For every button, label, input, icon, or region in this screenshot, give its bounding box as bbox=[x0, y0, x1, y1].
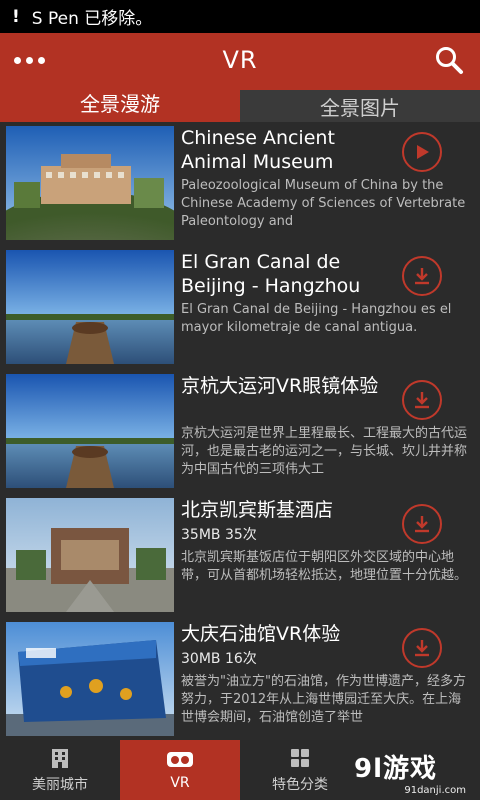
list-item[interactable]: El Gran Canal de Beijing - Hangzhou El G… bbox=[0, 246, 480, 370]
download-icon bbox=[415, 392, 429, 409]
vr-goggles-icon bbox=[167, 752, 193, 767]
play-button[interactable] bbox=[402, 132, 442, 172]
thumbnail-hotel bbox=[6, 498, 174, 612]
tab-bar: 全景漫游 全景图片 bbox=[0, 86, 480, 122]
nav-vr[interactable]: VR bbox=[120, 740, 240, 800]
list-item[interactable]: 北京凯宾斯基酒店 35MB 35次 北京凯宾斯基饭店位于朝阳区外交区域的中心地带… bbox=[0, 494, 480, 618]
item-description: 北京凯宾斯基饭店位于朝阳区外交区域的中心地带，可从首都机场轻松抵达，地理位置十分… bbox=[181, 550, 468, 583]
search-icon[interactable] bbox=[434, 45, 464, 75]
tab-panorama-images[interactable]: 全景图片 bbox=[240, 86, 480, 122]
item-meta: 30MB 16次 bbox=[181, 651, 257, 667]
watermark-text: 9l游戏 bbox=[354, 754, 438, 784]
status-bar: ! S Pen 已移除。 bbox=[0, 0, 480, 33]
page-title: VR bbox=[222, 45, 258, 74]
item-description: 京杭大运河是世界上里程最长、工程最大的古代运河，也是最古老的运河之一，与长城、坎… bbox=[181, 426, 468, 477]
tab-label: 全景漫游 bbox=[80, 92, 160, 116]
download-button[interactable] bbox=[402, 380, 442, 420]
exclamation-icon: ! bbox=[12, 6, 20, 27]
more-dots-icon[interactable] bbox=[14, 48, 54, 72]
list-item[interactable]: 京杭大运河VR眼镜体验 京杭大运河是世界上里程最长、工程最大的古代运河，也是最古… bbox=[0, 370, 480, 494]
item-title: 大庆石油馆VR体验 bbox=[181, 623, 341, 645]
item-title: 京杭大运河VR眼镜体验 bbox=[181, 375, 379, 397]
item-title: 北京凯宾斯基酒店 bbox=[181, 499, 334, 521]
item-meta: 35MB 35次 bbox=[181, 527, 257, 543]
list-item[interactable]: Chinese Ancient Animal Museum Paleozoolo… bbox=[0, 122, 480, 246]
nav-label: VR bbox=[170, 775, 190, 791]
tab-label: 全景图片 bbox=[320, 95, 400, 120]
download-icon bbox=[415, 516, 429, 533]
nav-label: 特色分类 bbox=[272, 777, 328, 793]
item-description: El Gran Canal de Beijing - Hangzhou es e… bbox=[181, 302, 452, 335]
play-icon bbox=[417, 145, 429, 159]
nav-featured-categories[interactable]: 特色分类 bbox=[240, 740, 360, 800]
item-title: El Gran Canal de Beijing - Hangzhou bbox=[181, 251, 361, 297]
download-button[interactable] bbox=[402, 256, 442, 296]
download-button[interactable] bbox=[402, 628, 442, 668]
watermark-url: 91danji.com bbox=[404, 785, 466, 796]
vr-list[interactable]: Chinese Ancient Animal Museum Paleozoolo… bbox=[0, 122, 480, 740]
grid-icon bbox=[291, 749, 309, 767]
item-description: Paleozoological Museum of China by the C… bbox=[181, 178, 466, 229]
download-button[interactable] bbox=[402, 504, 442, 544]
status-notification: S Pen 已移除。 bbox=[31, 9, 153, 29]
nav-beautiful-city[interactable]: 美丽城市 bbox=[0, 740, 120, 800]
thumbnail-oil-pavilion bbox=[6, 622, 174, 736]
download-icon bbox=[415, 640, 429, 657]
thumbnail-museum bbox=[6, 126, 174, 240]
list-item[interactable]: 大庆石油馆VR体验 30MB 16次 被誉为"油立方"的石油馆，作为世博遗产，经… bbox=[0, 618, 480, 740]
tab-panorama-tour[interactable]: 全景漫游 bbox=[0, 86, 240, 122]
item-title: Chinese Ancient Animal Museum bbox=[181, 127, 335, 173]
building-icon bbox=[52, 749, 68, 768]
item-description: 被誉为"油立方"的石油馆，作为世博遗产，经多方努力，于2012年从上海世博园迁至… bbox=[181, 674, 466, 725]
thumbnail-grand-canal bbox=[6, 374, 174, 488]
download-icon bbox=[415, 268, 429, 285]
nav-label: 美丽城市 bbox=[32, 777, 88, 793]
watermark-logo: 9l游戏 91danji.com bbox=[354, 748, 474, 796]
thumbnail-canal bbox=[6, 250, 174, 364]
app-bar: VR bbox=[0, 33, 480, 86]
